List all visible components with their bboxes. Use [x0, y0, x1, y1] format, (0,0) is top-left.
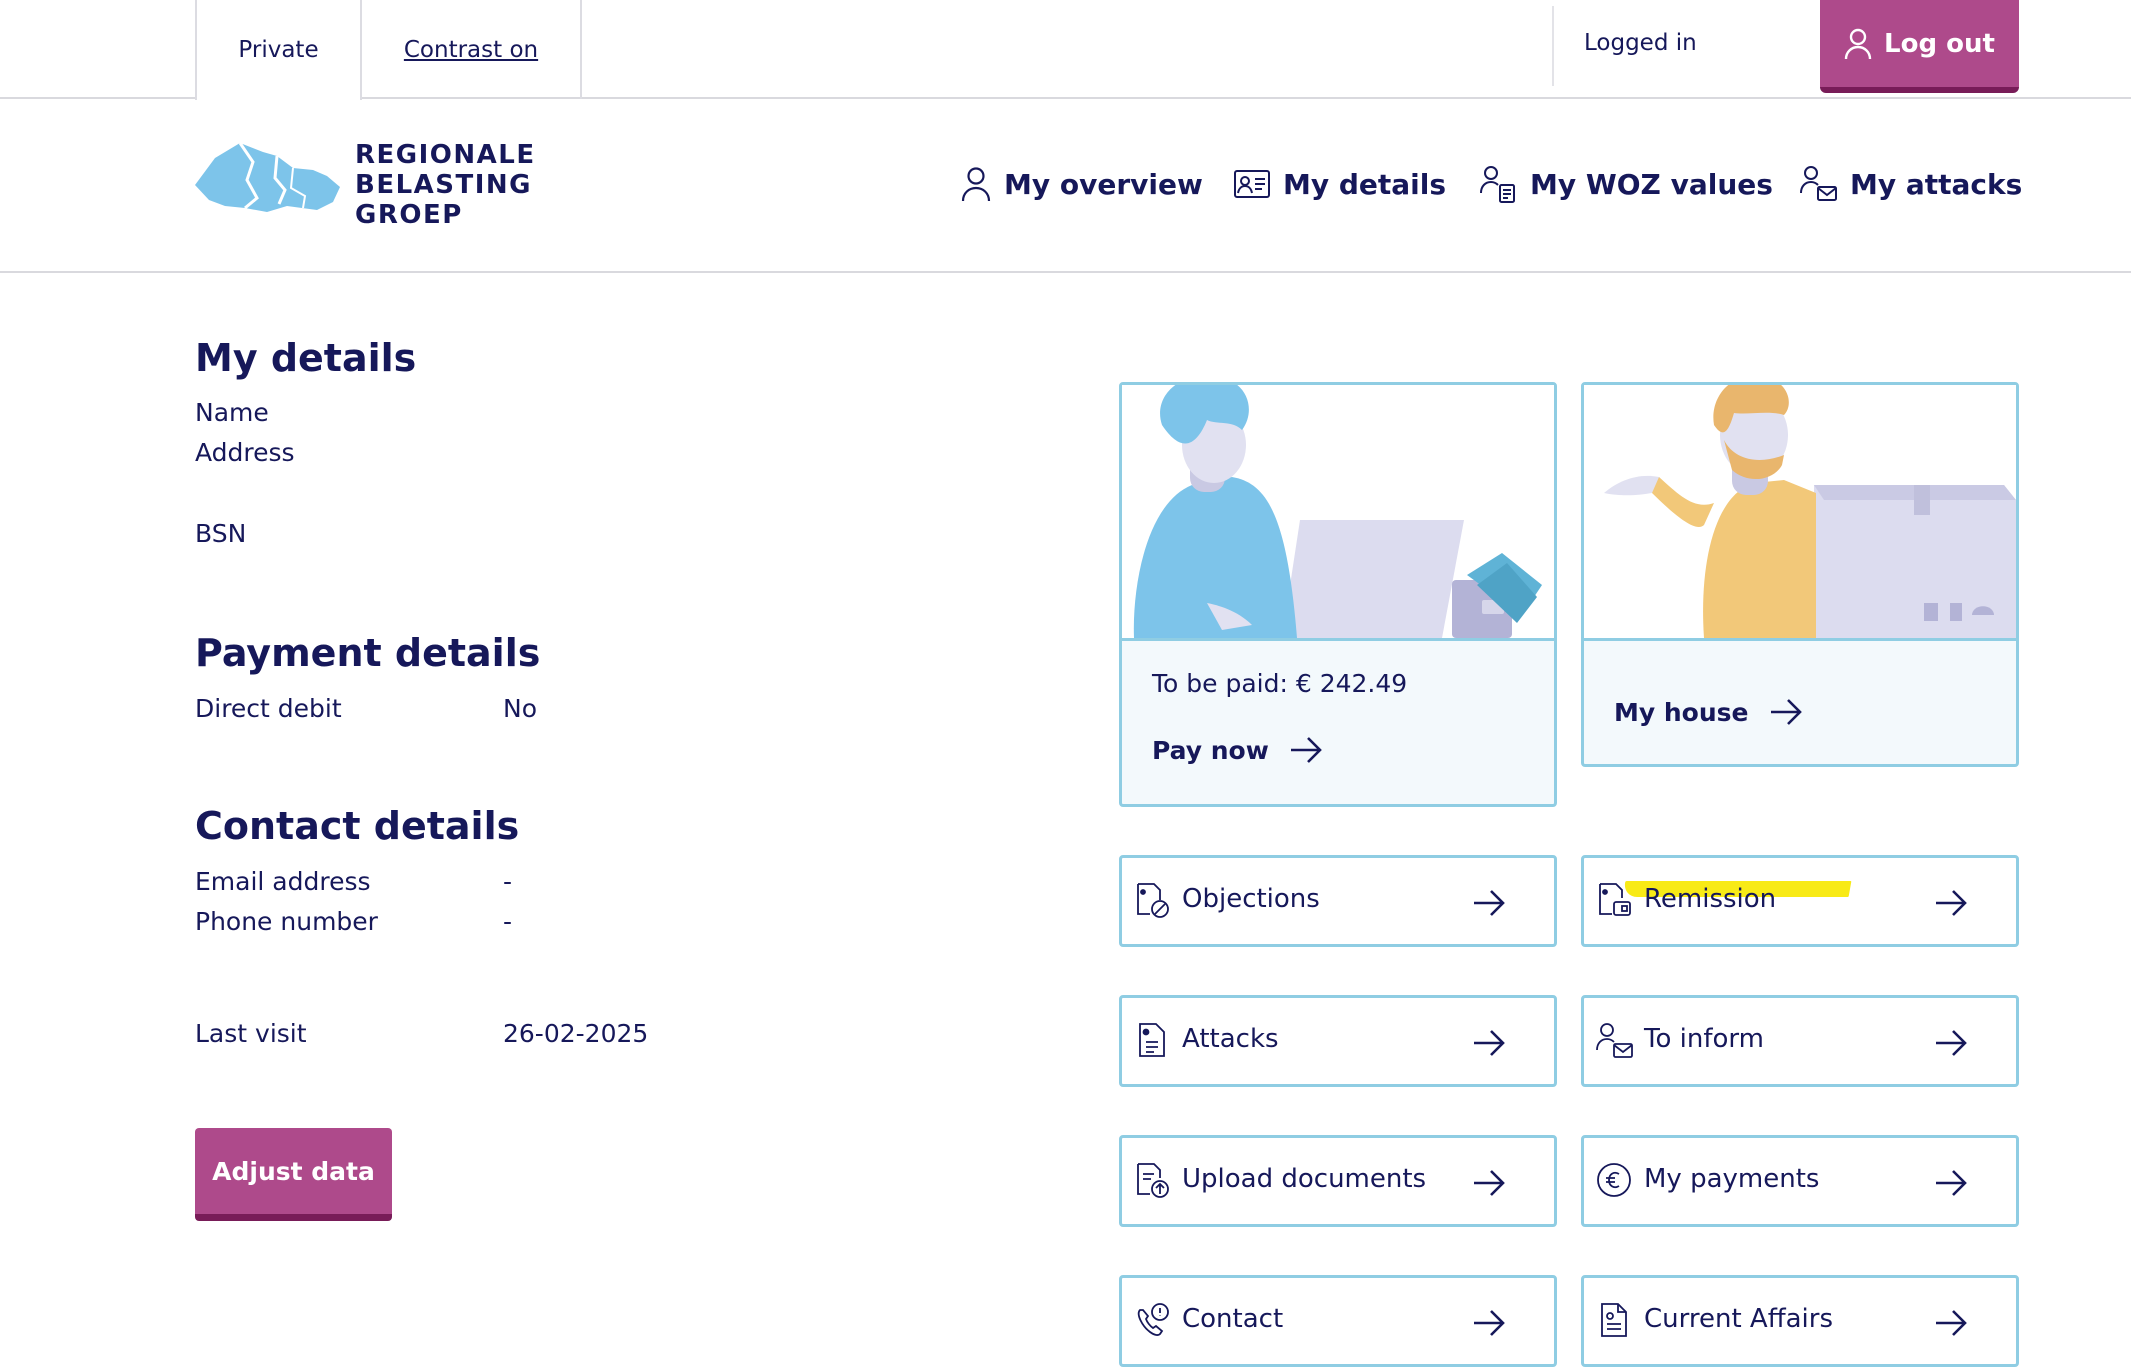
document-upload-icon — [1134, 1162, 1170, 1198]
tile-remission-label: Remission — [1644, 884, 1777, 914]
payment-illustration — [1122, 385, 1554, 641]
name-label: Name — [195, 398, 269, 427]
phone-label: Phone number — [195, 907, 378, 936]
contrast-toggle-label: Contrast on — [403, 36, 539, 63]
amount-due: To be paid: € 242.49 — [1152, 669, 1408, 698]
document-list-icon — [1134, 1022, 1170, 1058]
bsn-label: BSN — [195, 519, 247, 548]
adjust-data-button[interactable]: Adjust data — [195, 1128, 392, 1221]
contact-details-heading: Contact details — [195, 804, 520, 848]
id-card-icon — [1233, 168, 1271, 200]
my-details-heading: My details — [195, 336, 417, 380]
user-document-icon — [1480, 165, 1518, 203]
contrast-toggle-link[interactable]: Contrast on — [362, 0, 582, 99]
payment-details-heading: Payment details — [195, 631, 541, 675]
my-house-label: My house — [1614, 697, 1749, 727]
nav-my-details[interactable]: My details — [1233, 160, 1446, 208]
user-icon — [960, 166, 992, 202]
logo-line-2: BELASTING — [355, 170, 533, 200]
tile-my-payments-label: My payments — [1644, 1164, 1820, 1194]
logo-line-1: REGIONALE — [355, 140, 536, 170]
tile-current-affairs-label: Current Affairs — [1644, 1304, 1834, 1334]
tile-upload-documents[interactable]: Upload documents — [1119, 1135, 1557, 1227]
direct-debit-label: Direct debit — [195, 694, 342, 723]
arrow-right-icon — [1472, 888, 1506, 918]
arrow-right-icon — [1472, 1308, 1506, 1338]
tab-private-label: Private — [238, 37, 319, 63]
arrow-right-icon — [1769, 697, 1803, 727]
tile-to-inform-label: To inform — [1644, 1024, 1764, 1054]
tile-remission[interactable]: Remission — [1581, 855, 2019, 947]
nav-my-overview-label: My overview — [1004, 167, 1203, 201]
euro-coin-icon — [1596, 1162, 1632, 1198]
arrow-right-icon — [1472, 1168, 1506, 1198]
nav-my-overview[interactable]: My overview — [960, 160, 1203, 208]
arrow-right-icon — [1472, 1028, 1506, 1058]
payment-card: To be paid: € 242.49 Pay now — [1119, 382, 1557, 807]
tile-objections-label: Objections — [1182, 884, 1320, 914]
logo-wordmark: REGIONALE BELASTING GROEP — [355, 140, 536, 230]
house-card: My house — [1581, 382, 2019, 767]
arrow-right-icon — [1934, 1308, 1968, 1338]
arrow-right-icon — [1934, 1168, 1968, 1198]
logout-label: Log out — [1884, 28, 1995, 59]
tile-current-affairs[interactable]: Current Affairs — [1581, 1275, 2019, 1367]
adjust-data-label: Adjust data — [212, 1156, 375, 1186]
address-label: Address — [195, 438, 295, 467]
nav-my-attacks[interactable]: My attacks — [1800, 160, 2022, 208]
logo-map-icon — [195, 142, 340, 212]
tile-attacks-label: Attacks — [1182, 1024, 1279, 1054]
arrow-right-icon — [1289, 735, 1323, 765]
tile-contact[interactable]: Contact — [1119, 1275, 1557, 1367]
tile-to-inform[interactable]: To inform — [1581, 995, 2019, 1087]
email-value: - — [503, 867, 513, 896]
direct-debit-value: No — [503, 694, 537, 723]
phone-value: - — [503, 907, 513, 936]
logout-button[interactable]: Log out — [1820, 0, 2019, 93]
utility-divider — [1552, 6, 1554, 86]
tile-my-payments[interactable]: My payments — [1581, 1135, 2019, 1227]
tile-upload-documents-label: Upload documents — [1182, 1164, 1427, 1194]
document-wallet-icon — [1596, 882, 1632, 918]
nav-my-attacks-label: My attacks — [1850, 167, 2023, 201]
phone-alert-icon — [1134, 1302, 1170, 1338]
user-mail-icon — [1800, 165, 1838, 203]
tile-attacks[interactable]: Attacks — [1119, 995, 1557, 1087]
user-icon — [1844, 28, 1872, 60]
pay-now-label: Pay now — [1152, 735, 1269, 765]
last-visit-value: 26-02-2025 — [503, 1019, 649, 1048]
pay-now-link[interactable]: Pay now — [1152, 735, 1323, 765]
nav-my-woz-values[interactable]: My WOZ values — [1480, 160, 1773, 208]
tile-contact-label: Contact — [1182, 1304, 1284, 1334]
email-label: Email address — [195, 867, 371, 896]
login-status: Logged in — [1584, 30, 1697, 56]
newspaper-icon — [1596, 1302, 1632, 1338]
tab-private[interactable]: Private — [195, 0, 362, 100]
nav-my-woz-values-label: My WOZ values — [1530, 167, 1773, 201]
nav-my-details-label: My details — [1283, 167, 1447, 201]
logo-line-3: GROEP — [355, 200, 463, 230]
my-house-link[interactable]: My house — [1614, 697, 1803, 727]
tile-objections[interactable]: Objections — [1119, 855, 1557, 947]
user-mail-icon — [1596, 1022, 1633, 1058]
arrow-right-icon — [1934, 888, 1968, 918]
house-illustration — [1584, 385, 2016, 641]
arrow-right-icon — [1934, 1028, 1968, 1058]
last-visit-label: Last visit — [195, 1019, 307, 1048]
document-cancel-icon — [1134, 882, 1170, 918]
